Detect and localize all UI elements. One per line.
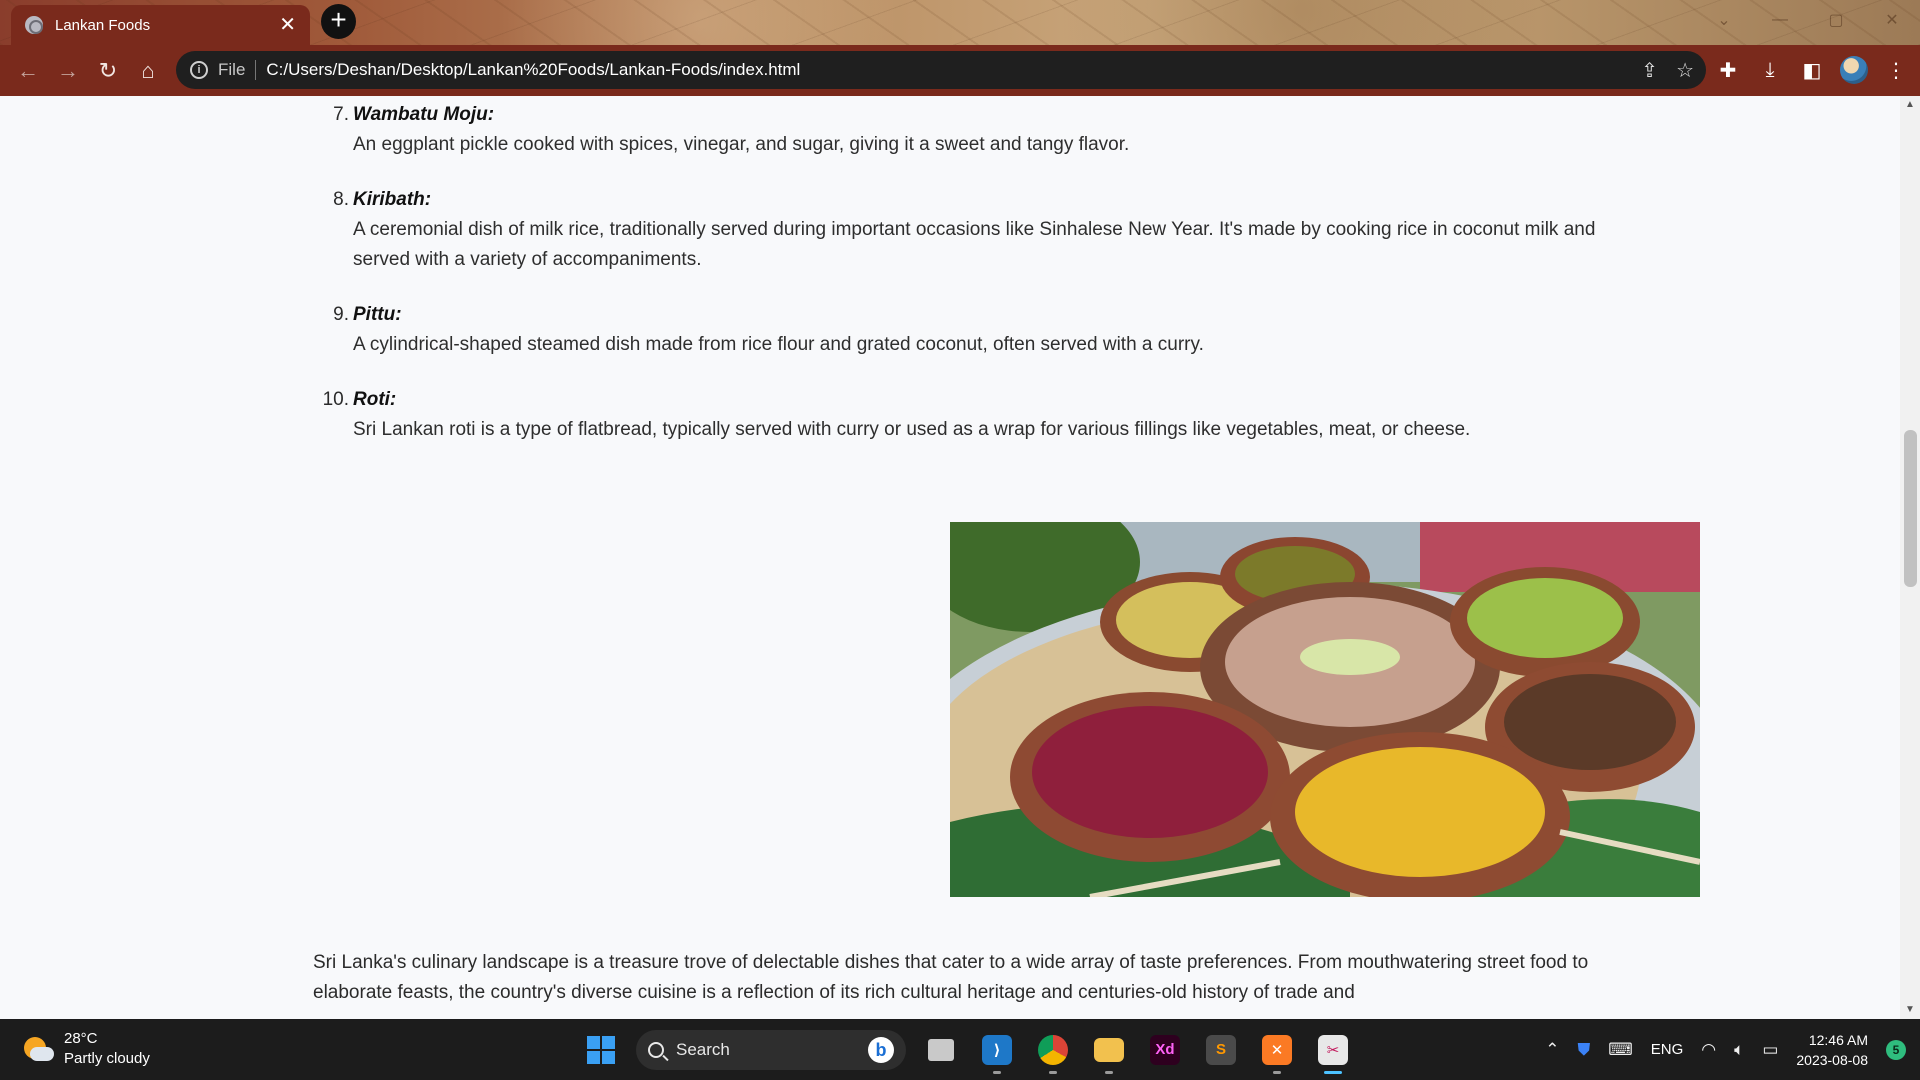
info-icon[interactable]: i (190, 61, 208, 79)
food-description: A ceremonial dish of milk rice, traditio… (353, 219, 1596, 270)
browser-tab[interactable]: Lankan Foods ✕ (11, 5, 310, 45)
start-button[interactable] (580, 1029, 622, 1071)
profile-avatar[interactable] (1840, 56, 1868, 84)
taskbar-xampp[interactable]: ✕ (1256, 1029, 1298, 1074)
system-tray: ⌃ ⛊ ⌨ ENG ◠ 🔈︎ ▭ 12:46 AM 2023-08-08 5 (1545, 1019, 1920, 1080)
weather-widget[interactable]: 28°C Partly cloudy (22, 1029, 150, 1069)
more-menu-icon[interactable]: ⋮ (1882, 56, 1910, 84)
windows-taskbar: 28°C Partly cloudy Search b ⟩ Xd S ✕ ✂ ⌃… (0, 1019, 1920, 1080)
window-controls: ⌄ — ▢ ✕ (1696, 0, 1920, 40)
close-window-icon[interactable]: ✕ (1864, 10, 1920, 30)
scroll-thumb[interactable] (1904, 430, 1917, 587)
home-icon[interactable]: ⌂ (128, 51, 168, 91)
bookmark-star-icon[interactable]: ☆ (1676, 58, 1694, 83)
search-icon (648, 1041, 664, 1058)
new-tab-button[interactable]: + (321, 4, 356, 39)
address-bar[interactable]: i File C:/Users/Deshan/Desktop/Lankan%20… (176, 51, 1706, 89)
sri-lankan-food-photo (950, 522, 1700, 897)
scroll-up-arrow-icon[interactable]: ▲ (1900, 96, 1920, 114)
snipping-tool-icon: ✂ (1318, 1034, 1348, 1065)
food-description: A cylindrical-shaped steamed dish made f… (353, 334, 1204, 355)
side-panel-icon[interactable]: ◧ (1798, 56, 1826, 84)
taskbar-snipping-tool[interactable]: ✂ (1312, 1029, 1354, 1074)
forward-arrow-icon[interactable]: → (48, 51, 88, 91)
taskbar-apps: Search b ⟩ Xd S ✕ ✂ (580, 1027, 1354, 1074)
extensions-puzzle-icon[interactable]: ✚ (1714, 56, 1742, 84)
wifi-icon[interactable]: ◠ (1701, 1040, 1716, 1060)
xampp-icon: ✕ (1262, 1034, 1292, 1065)
food-name: Kiribath: (353, 189, 432, 210)
windows-logo-icon (587, 1035, 615, 1064)
clock-date: 2023-08-08 (1796, 1051, 1868, 1068)
folder-icon (1094, 1037, 1124, 1062)
download-icon[interactable]: ⤓ (1756, 56, 1784, 84)
share-icon[interactable]: ⇪ (1641, 58, 1658, 83)
taskbar-search[interactable]: Search b (636, 1029, 906, 1070)
address-separator (255, 60, 257, 80)
tab-close-icon[interactable]: ✕ (279, 15, 296, 35)
clock[interactable]: 12:46 AM 2023-08-08 (1796, 1030, 1868, 1070)
list-item-number: 9. (333, 304, 349, 325)
food-name: Wambatu Moju: (353, 104, 495, 125)
taskbar-file-explorer[interactable] (1088, 1029, 1130, 1074)
food-description: An eggplant pickle cooked with spices, v… (353, 134, 1130, 155)
vscode-icon: ⟩ (982, 1034, 1012, 1065)
task-view-icon (928, 1038, 954, 1061)
volume-icon[interactable]: 🔈︎ (1734, 1040, 1744, 1060)
search-label: Search (676, 1039, 730, 1059)
chevron-down-icon[interactable]: ⌄ (1696, 10, 1752, 30)
clock-time: 12:46 AM (1808, 1031, 1868, 1048)
taskbar-chrome[interactable] (1032, 1029, 1074, 1074)
partly-cloudy-icon (22, 1033, 54, 1065)
bing-icon[interactable]: b (868, 1036, 894, 1063)
adobe-xd-icon: Xd (1150, 1034, 1180, 1065)
food-description: Sri Lankan roti is a type of flatbread, … (353, 419, 1471, 440)
security-shield-icon[interactable]: ⛊ (1577, 1040, 1590, 1060)
keyboard-icon[interactable]: ⌨ (1608, 1040, 1633, 1060)
weather-description: Partly cloudy (64, 1050, 150, 1067)
sublime-text-icon: S (1206, 1034, 1236, 1065)
vertical-scrollbar[interactable]: ▲ ▼ (1900, 96, 1920, 1019)
tab-strip: Lankan Foods ✕ + ⌄ — ▢ ✕ (0, 0, 1920, 45)
browser-toolbar: ← → ↻ ⌂ i File C:/Users/Deshan/Desktop/L… (0, 45, 1920, 96)
scroll-down-arrow-icon[interactable]: ▼ (1900, 1001, 1920, 1019)
taskbar-vscode[interactable]: ⟩ (976, 1029, 1018, 1074)
chevron-up-icon[interactable]: ⌃ (1545, 1040, 1559, 1060)
food-name: Roti: (353, 389, 397, 410)
minimize-icon[interactable]: — (1752, 11, 1808, 29)
food-photo-illustration (950, 522, 1700, 897)
taskbar-adobe-xd[interactable]: Xd (1144, 1029, 1186, 1071)
maximize-icon[interactable]: ▢ (1808, 10, 1864, 30)
intro-paragraph: Sri Lanka's culinary landscape is a trea… (313, 952, 1589, 1003)
taskbar-sublime[interactable]: S (1200, 1029, 1242, 1071)
reload-icon[interactable]: ↻ (88, 51, 128, 91)
back-arrow-icon[interactable]: ← (8, 51, 48, 91)
battery-icon[interactable]: ▭ (1762, 1040, 1778, 1060)
list-item-number: 7. (333, 104, 349, 125)
language-indicator[interactable]: ENG (1651, 1041, 1684, 1058)
chrome-icon (1038, 1034, 1068, 1065)
list-item-number: 8. (333, 189, 349, 210)
tab-title: Lankan Foods (55, 16, 151, 34)
list-item-number: 10. (322, 389, 349, 410)
task-view-button[interactable] (920, 1029, 962, 1071)
page-viewport: 7. Wambatu Moju: An eggplant pickle cook… (0, 96, 1900, 1019)
notification-badge[interactable]: 5 (1886, 1039, 1906, 1060)
weather-temperature: 28°C (64, 1030, 98, 1047)
address-scheme-label: File (218, 60, 246, 79)
address-url[interactable]: C:/Users/Deshan/Desktop/Lankan%20Foods/L… (266, 60, 800, 80)
globe-icon (25, 16, 43, 34)
food-name: Pittu: (353, 304, 402, 325)
